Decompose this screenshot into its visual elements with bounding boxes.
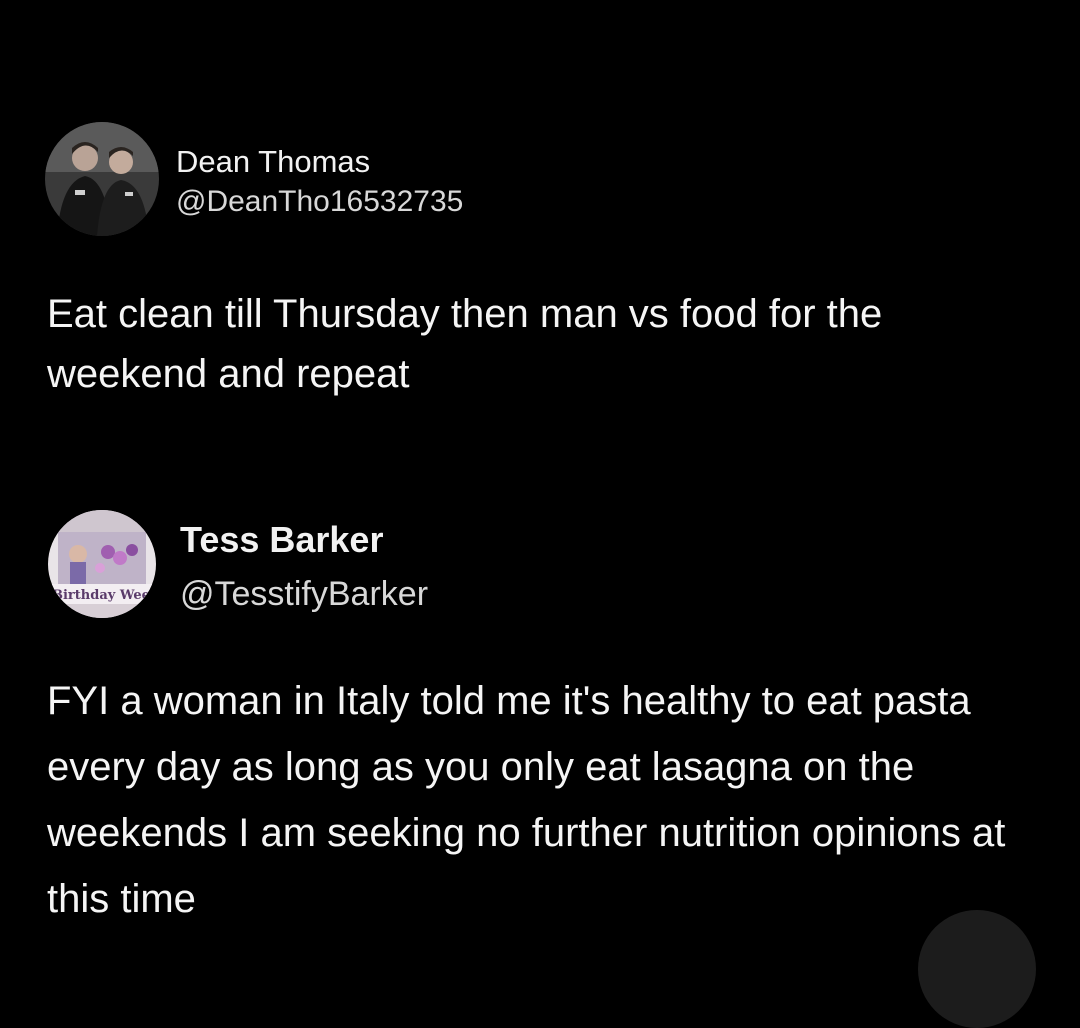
birthday-banner-photo-icon: Birthday Wee [48,510,156,618]
tweet-card[interactable]: Dean Thomas @DeanTho16532735 Eat clean t… [0,122,1080,396]
author-handle[interactable]: @TesstifyBarker [180,570,428,618]
avatar[interactable] [45,122,159,236]
tweet-author-row: Dean Thomas @DeanTho16532735 [0,122,1080,242]
avatar[interactable]: Birthday Wee [48,510,156,618]
author-display-name[interactable]: Dean Thomas [176,142,463,182]
floating-compose-button[interactable] [918,910,1036,1028]
birthday-banner-caption: Birthday Wee [52,588,150,603]
tweet-card[interactable]: Birthday Wee Tess Barker @TesstifyBarker… [0,508,1080,921]
tweet-author-row: Birthday Wee Tess Barker @TesstifyBarker [0,508,1080,628]
author-handle[interactable]: @DeanTho16532735 [176,182,463,222]
tweet-text: FYI a woman in Italy told me it's health… [47,679,1006,921]
author-names: Dean Thomas @DeanTho16532735 [176,142,463,222]
author-names: Tess Barker @TesstifyBarker [180,516,428,618]
two-men-photo-icon [45,122,159,236]
tweet-text: Eat clean till Thursday then man vs food… [47,292,883,396]
author-display-name[interactable]: Tess Barker [180,516,428,564]
